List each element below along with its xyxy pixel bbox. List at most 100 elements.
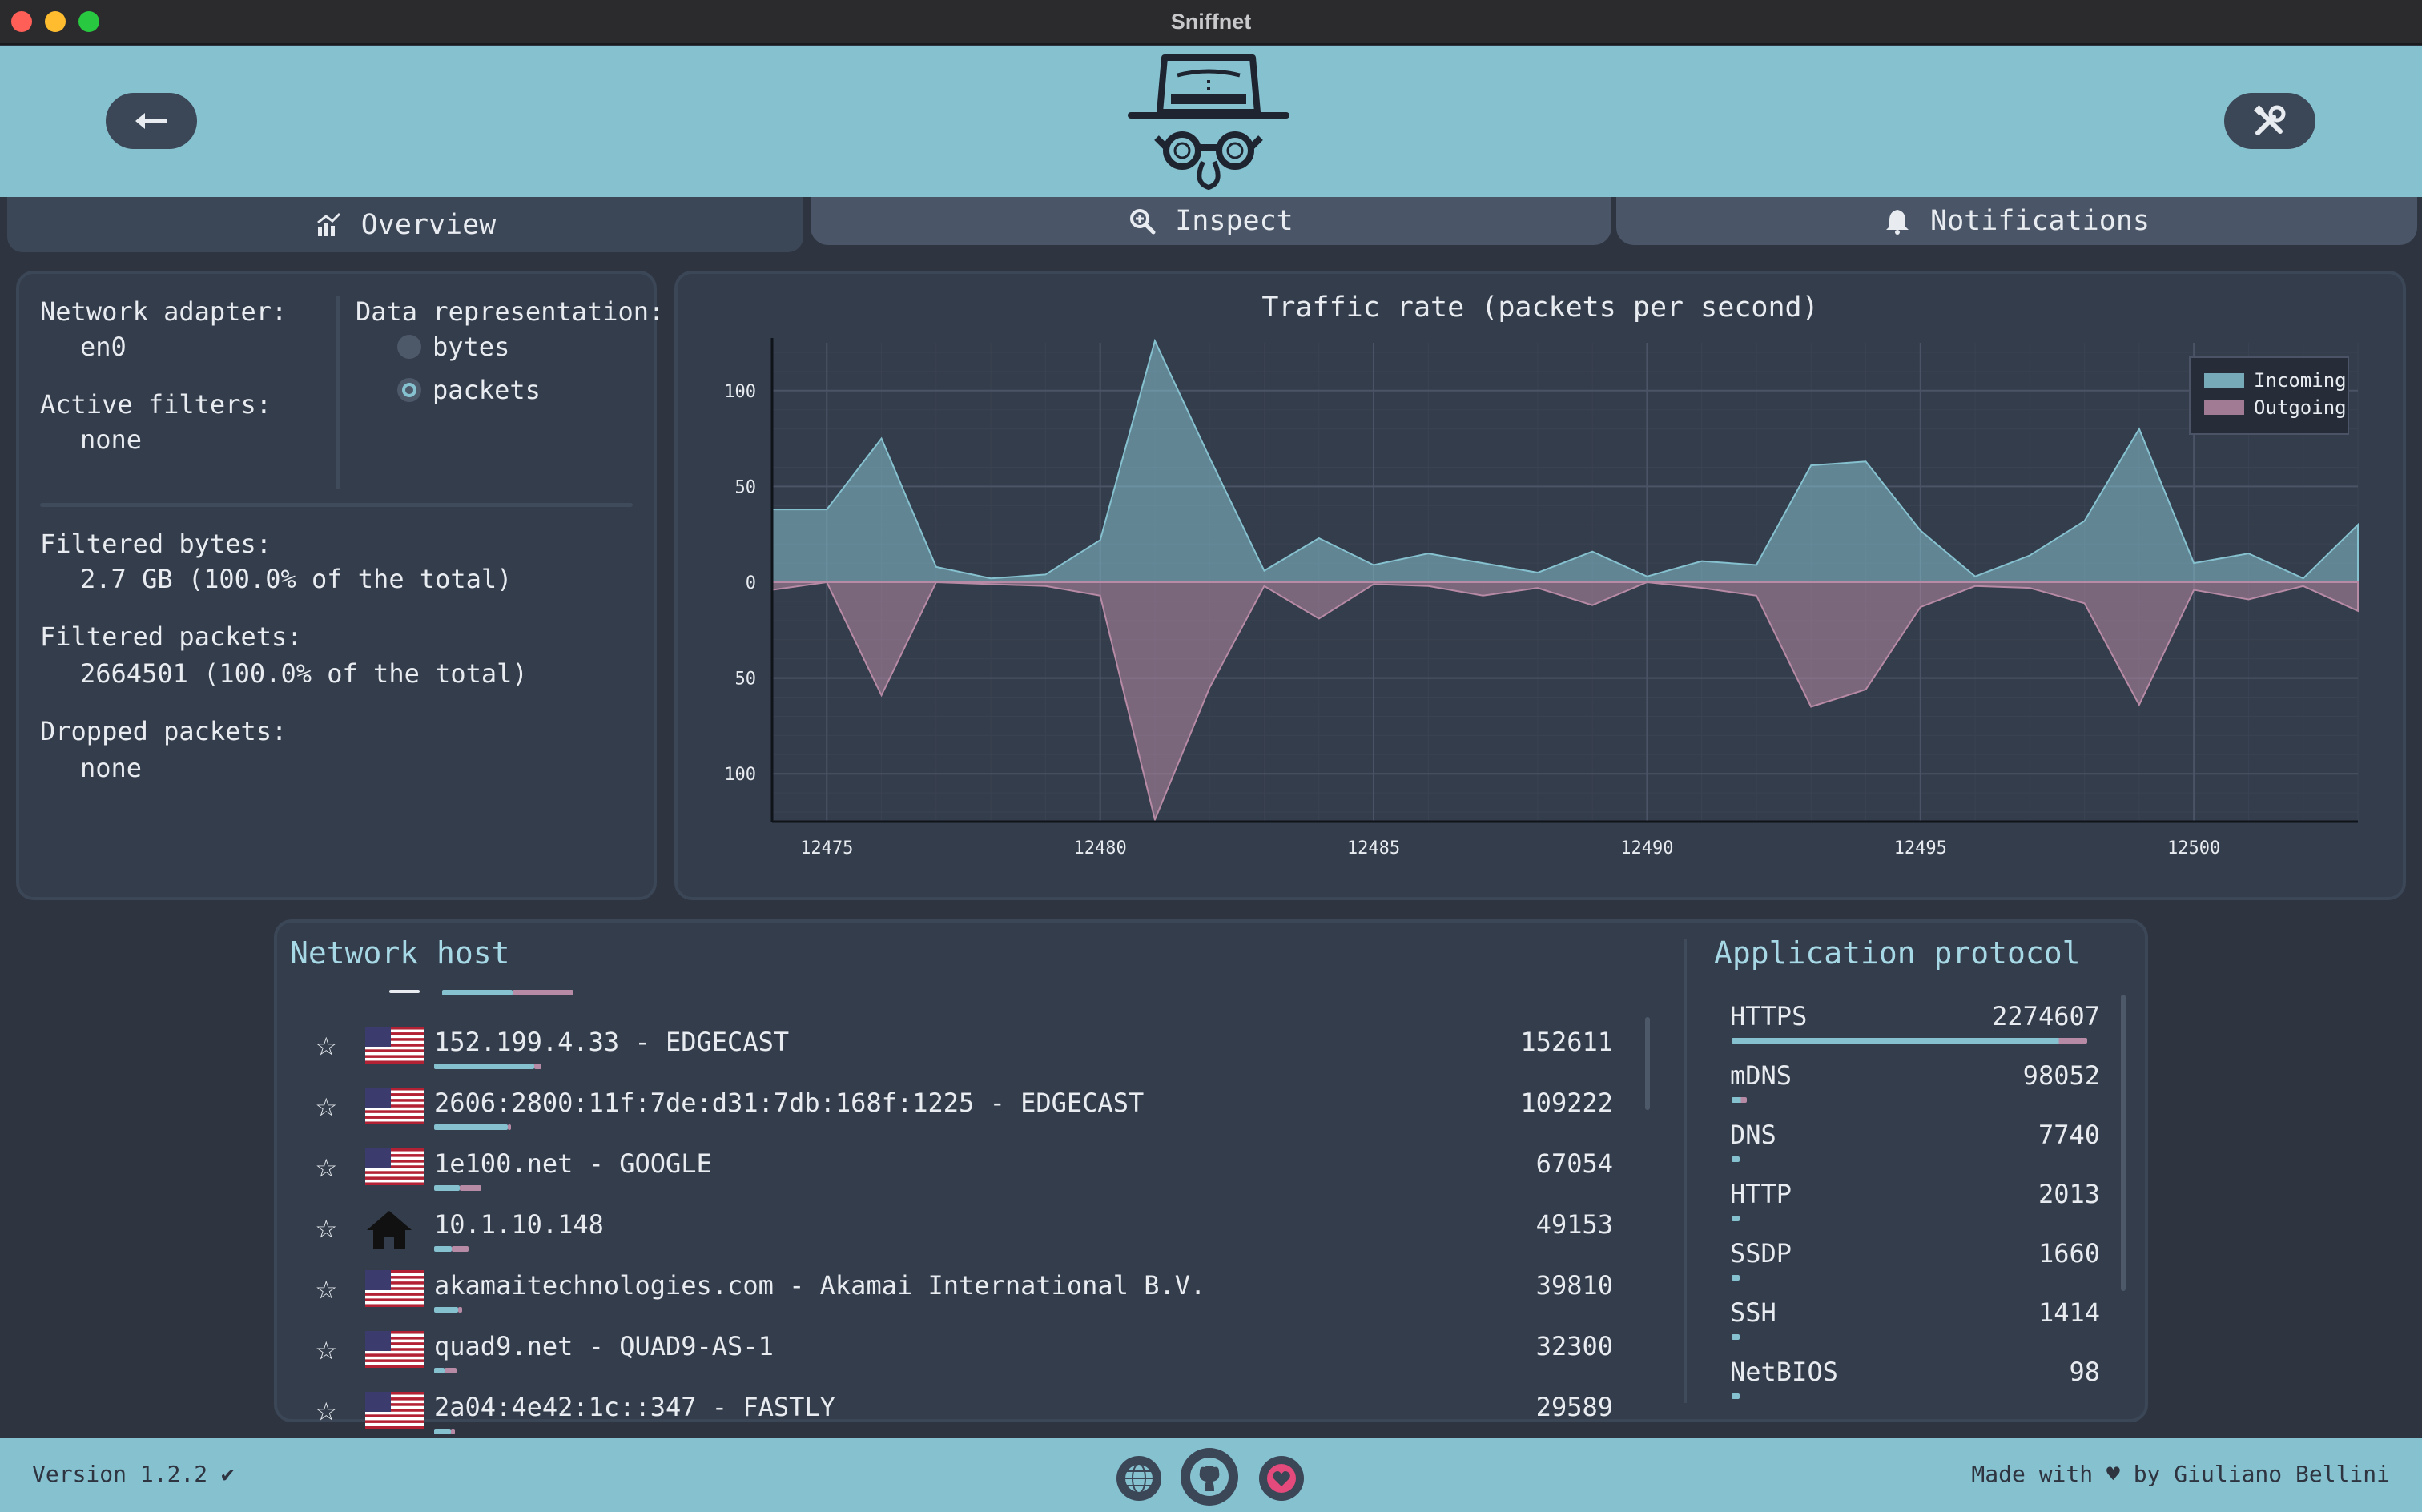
y-tick-label: 100 bbox=[724, 382, 756, 402]
heart-glyph bbox=[1267, 1464, 1296, 1493]
host-name: 2606:2800:11f:7de:d31:7db:168f:1225 - ED… bbox=[434, 1088, 1145, 1118]
version-label: Version 1.2.2 bbox=[32, 1461, 208, 1487]
vertical-divider bbox=[336, 296, 340, 489]
host-name: akamaitechnologies.com - Akamai Internat… bbox=[434, 1270, 1206, 1301]
legend-label: Outgoing bbox=[2254, 396, 2347, 419]
network-host-title: Network host bbox=[290, 935, 510, 971]
made-with-suffix: by Giuliano Bellini bbox=[2133, 1461, 2390, 1487]
filters-value: none bbox=[80, 424, 143, 455]
host-row[interactable]: ☆ 10.1.10.148 49153 bbox=[316, 1201, 1613, 1262]
host-incoming-bar bbox=[434, 1429, 451, 1434]
adapter-value: en0 bbox=[80, 332, 127, 362]
close-window-button[interactable] bbox=[11, 11, 32, 32]
protocol-name: SSDP bbox=[1730, 1238, 1792, 1269]
made-with-prefix: Made with bbox=[1971, 1461, 2094, 1487]
protocol-list-scrollbar[interactable] bbox=[2121, 995, 2126, 1291]
series-area-outgoing bbox=[771, 581, 2359, 822]
host-row[interactable]: ☆ akamaitechnologies.com - Akamai Interna… bbox=[316, 1262, 1613, 1323]
globe-icon[interactable] bbox=[1116, 1456, 1161, 1501]
minimize-window-button[interactable] bbox=[45, 11, 66, 32]
protocol-bar bbox=[1732, 1334, 1740, 1340]
tab-overview[interactable]: Overview bbox=[5, 197, 806, 255]
us-flag-icon bbox=[365, 1148, 424, 1185]
app-footer: Version 1.2.2 ✔ Made with ♥ by Giuliano … bbox=[0, 1438, 2422, 1512]
x-tick-label: 12475 bbox=[800, 838, 853, 859]
traffic-chart: 12475 12480 12485 12490 12495 12500 100 50 0 50 10… bbox=[724, 338, 2359, 859]
host-row[interactable]: ☆ 1e100.net - GOOGLE 67054 bbox=[316, 1140, 1613, 1201]
host-value: 67054 bbox=[1535, 1148, 1613, 1179]
tab-notifications[interactable]: Notifications bbox=[1616, 197, 2417, 245]
host-incoming-bar bbox=[434, 1368, 445, 1373]
filtered-bytes-label: Filtered bytes: bbox=[40, 529, 272, 559]
host-row[interactable]: ☆ 2606:2800:11f:7de:d31:7db:168f:1225 - E… bbox=[316, 1080, 1613, 1140]
host-outgoing-bar bbox=[460, 1185, 481, 1191]
host-outgoing-bar bbox=[457, 1307, 462, 1313]
github-glyph bbox=[1190, 1458, 1229, 1496]
overview-info-panel: Network adapter: en0 Active filters: non… bbox=[16, 271, 664, 900]
host-list-scrollbar[interactable] bbox=[1645, 1017, 1650, 1110]
tab-inspect[interactable]: Inspect bbox=[811, 197, 1611, 245]
protocol-name: mDNS bbox=[1730, 1060, 1792, 1091]
radio-packets[interactable] bbox=[397, 378, 421, 402]
protocol-bar bbox=[1732, 1156, 1740, 1162]
host-row[interactable]: ☆ 152.199.4.33 - EDGECAST 152611 bbox=[316, 1019, 1613, 1080]
protocol-value: 1660 bbox=[2038, 1238, 2100, 1269]
heart-icon[interactable] bbox=[1259, 1456, 1304, 1501]
protocol-name: SSH bbox=[1730, 1297, 1776, 1328]
radio-packets-label[interactable]: packets bbox=[432, 375, 541, 405]
application-protocol-title: Application protocol bbox=[1714, 935, 2081, 971]
checkmark-icon: ✔ bbox=[221, 1461, 235, 1487]
protocol-value: 1414 bbox=[2038, 1297, 2100, 1328]
us-flag-icon bbox=[365, 1331, 424, 1368]
dropped-packets-value: none bbox=[80, 753, 143, 783]
y-tick-label: 100 bbox=[724, 765, 756, 785]
main-tabs: Overview Inspect Notifications bbox=[0, 197, 2422, 256]
star-icon[interactable]: ☆ bbox=[316, 1267, 337, 1308]
host-name: 152.199.4.33 - EDGECAST bbox=[434, 1027, 790, 1057]
star-icon[interactable]: ☆ bbox=[316, 1145, 337, 1186]
host-incoming-bar bbox=[434, 1185, 461, 1191]
us-flag-icon bbox=[365, 1027, 424, 1064]
tab-overview-label: Overview bbox=[360, 208, 497, 241]
truncated-row-outgoing-bar bbox=[513, 990, 573, 995]
adapter-label: Network adapter: bbox=[40, 296, 288, 327]
x-tick-label: 12490 bbox=[1620, 838, 1673, 859]
filtered-bytes-value: 2.7 GB (100.0% of the total) bbox=[80, 564, 513, 594]
star-icon[interactable]: ☆ bbox=[316, 1206, 337, 1247]
protocol-bar bbox=[1732, 1275, 1740, 1281]
window-title: Sniffnet bbox=[1170, 9, 1252, 34]
host-name: 10.1.10.148 bbox=[434, 1209, 604, 1240]
settings-button[interactable] bbox=[2224, 93, 2315, 149]
hosts-protocols-panel: Network host ☆ 152.199.4.33 - EDGECAST 152… bbox=[274, 919, 2148, 1434]
host-row[interactable]: ☆ quad9.net - QUAD9-AS-1 32300 bbox=[316, 1323, 1613, 1384]
sniffnet-logo-icon bbox=[1128, 54, 1289, 191]
radio-bytes-label[interactable]: bytes bbox=[432, 332, 509, 362]
traffic-chart-panel: Traffic rate (packets per second) 12475 1… bbox=[674, 271, 2406, 900]
protocol-value: 98 bbox=[2069, 1357, 2100, 1387]
dropped-packets-label: Dropped packets: bbox=[40, 716, 288, 746]
radio-bytes[interactable] bbox=[397, 335, 421, 359]
x-tick-label: 12495 bbox=[1894, 838, 1947, 859]
back-button[interactable] bbox=[106, 93, 197, 149]
x-tick-label: 12500 bbox=[2167, 838, 2220, 859]
protocol-bar bbox=[1732, 1393, 1740, 1399]
tab-inspect-label: Inspect bbox=[1175, 205, 1293, 237]
tab-notifications-label: Notifications bbox=[1930, 205, 2150, 237]
host-outgoing-bar bbox=[444, 1368, 457, 1373]
github-icon[interactable] bbox=[1181, 1448, 1238, 1506]
magnifier-icon bbox=[1130, 209, 1156, 235]
filtered-packets-label: Filtered packets: bbox=[40, 621, 303, 652]
series-area-incoming bbox=[771, 338, 2359, 583]
star-icon[interactable]: ☆ bbox=[316, 1389, 337, 1430]
panel-separator bbox=[1684, 939, 1687, 1403]
host-incoming-bar bbox=[434, 1064, 534, 1069]
protocol-name: HTTP bbox=[1730, 1179, 1792, 1209]
maximize-window-button[interactable] bbox=[78, 11, 99, 32]
host-row[interactable]: ☆ 2a04:4e42:1c::347 - FASTLY 29589 bbox=[316, 1384, 1613, 1445]
truncated-row-marker bbox=[389, 990, 420, 993]
star-icon[interactable]: ☆ bbox=[316, 1084, 337, 1125]
star-icon[interactable]: ☆ bbox=[316, 1023, 337, 1064]
protocol-name: HTTPS bbox=[1730, 1001, 1808, 1031]
star-icon[interactable]: ☆ bbox=[316, 1328, 337, 1369]
filtered-packets-value: 2664501 (100.0% of the total) bbox=[80, 658, 528, 689]
